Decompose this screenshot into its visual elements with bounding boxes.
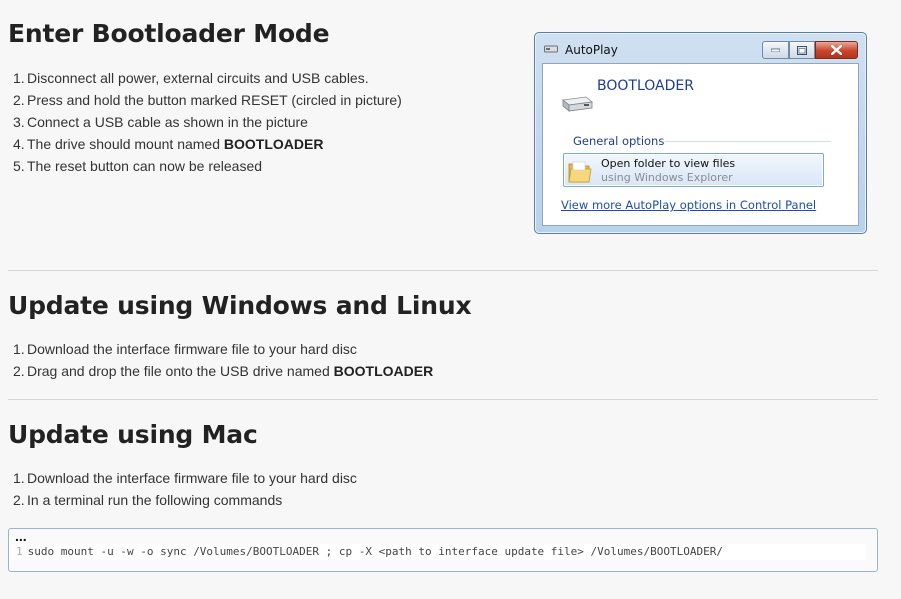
general-options-label: General options: [573, 134, 665, 148]
list-item: 1. Download the interface firmware file t…: [13, 470, 357, 486]
code-line[interactable]: 1 sudo mount -u -w -o sync /Volumes/BOOTL…: [10, 544, 866, 560]
option-subtitle: using Windows Explorer: [601, 171, 733, 184]
maximize-icon: [797, 45, 807, 55]
folder-icon: [568, 161, 592, 183]
list-item: 2. Drag and drop the file onto the USB dr…: [13, 363, 434, 379]
list-item: 1. Disconnect all power, external circuit…: [13, 70, 369, 86]
section-divider: [8, 270, 878, 271]
autoplay-content: BOOTLOADER General options Open folder t…: [542, 63, 859, 226]
line-number: 1: [16, 545, 23, 558]
list-item: 1. Download the interface firmware file t…: [13, 341, 357, 357]
section-title-windows-linux: Update using Windows and Linux: [8, 291, 472, 320]
drive-name: BOOTLOADER: [597, 78, 694, 94]
autoplay-titlebar: AutoPlay: [535, 33, 866, 63]
maximize-button[interactable]: [789, 41, 815, 59]
close-icon: [831, 45, 842, 55]
list-item: 3. Connect a USB cable as shown in the pi…: [13, 114, 308, 130]
autoplay-window: AutoPlay BOOTLOADER General options Open: [534, 32, 867, 234]
open-folder-option[interactable]: Open folder to view files using Windows …: [563, 153, 824, 187]
terminal-command: sudo mount -u -w -o sync /Volumes/BOOTLO…: [27, 545, 723, 558]
option-title: Open folder to view files: [601, 157, 736, 170]
more-autoplay-options-link[interactable]: View more AutoPlay options in Control Pa…: [561, 198, 816, 212]
minimize-button[interactable]: [762, 41, 789, 59]
removable-drive-icon: [562, 96, 593, 112]
list-item: 2. In a terminal run the following comman…: [13, 492, 283, 508]
usb-drive-icon: [544, 45, 558, 53]
bootloader-steps-list: 1. Disconnect all power, external circuit…: [13, 67, 402, 177]
windows-linux-steps-list: 1. Download the interface firmware file t…: [13, 338, 433, 382]
section-title-enter-bootloader: Enter Bootloader Mode: [8, 19, 330, 48]
code-header: ...: [15, 528, 27, 544]
list-item: 4. The drive should mount named BOOTLOADE…: [13, 136, 324, 152]
group-divider: [665, 141, 831, 142]
mac-steps-list: 1. Download the interface firmware file t…: [13, 467, 357, 511]
close-button[interactable]: [815, 41, 858, 59]
list-item: 2. Press and hold the button marked RESET…: [13, 92, 402, 108]
minimize-icon: [771, 48, 780, 52]
autoplay-title: AutoPlay: [565, 43, 618, 57]
code-block[interactable]: ... 1 sudo mount -u -w -o sync /Volumes/B…: [8, 528, 878, 572]
section-divider: [8, 399, 878, 400]
list-item: 5. The reset button can now be released: [13, 158, 263, 174]
section-title-mac: Update using Mac: [8, 420, 258, 449]
